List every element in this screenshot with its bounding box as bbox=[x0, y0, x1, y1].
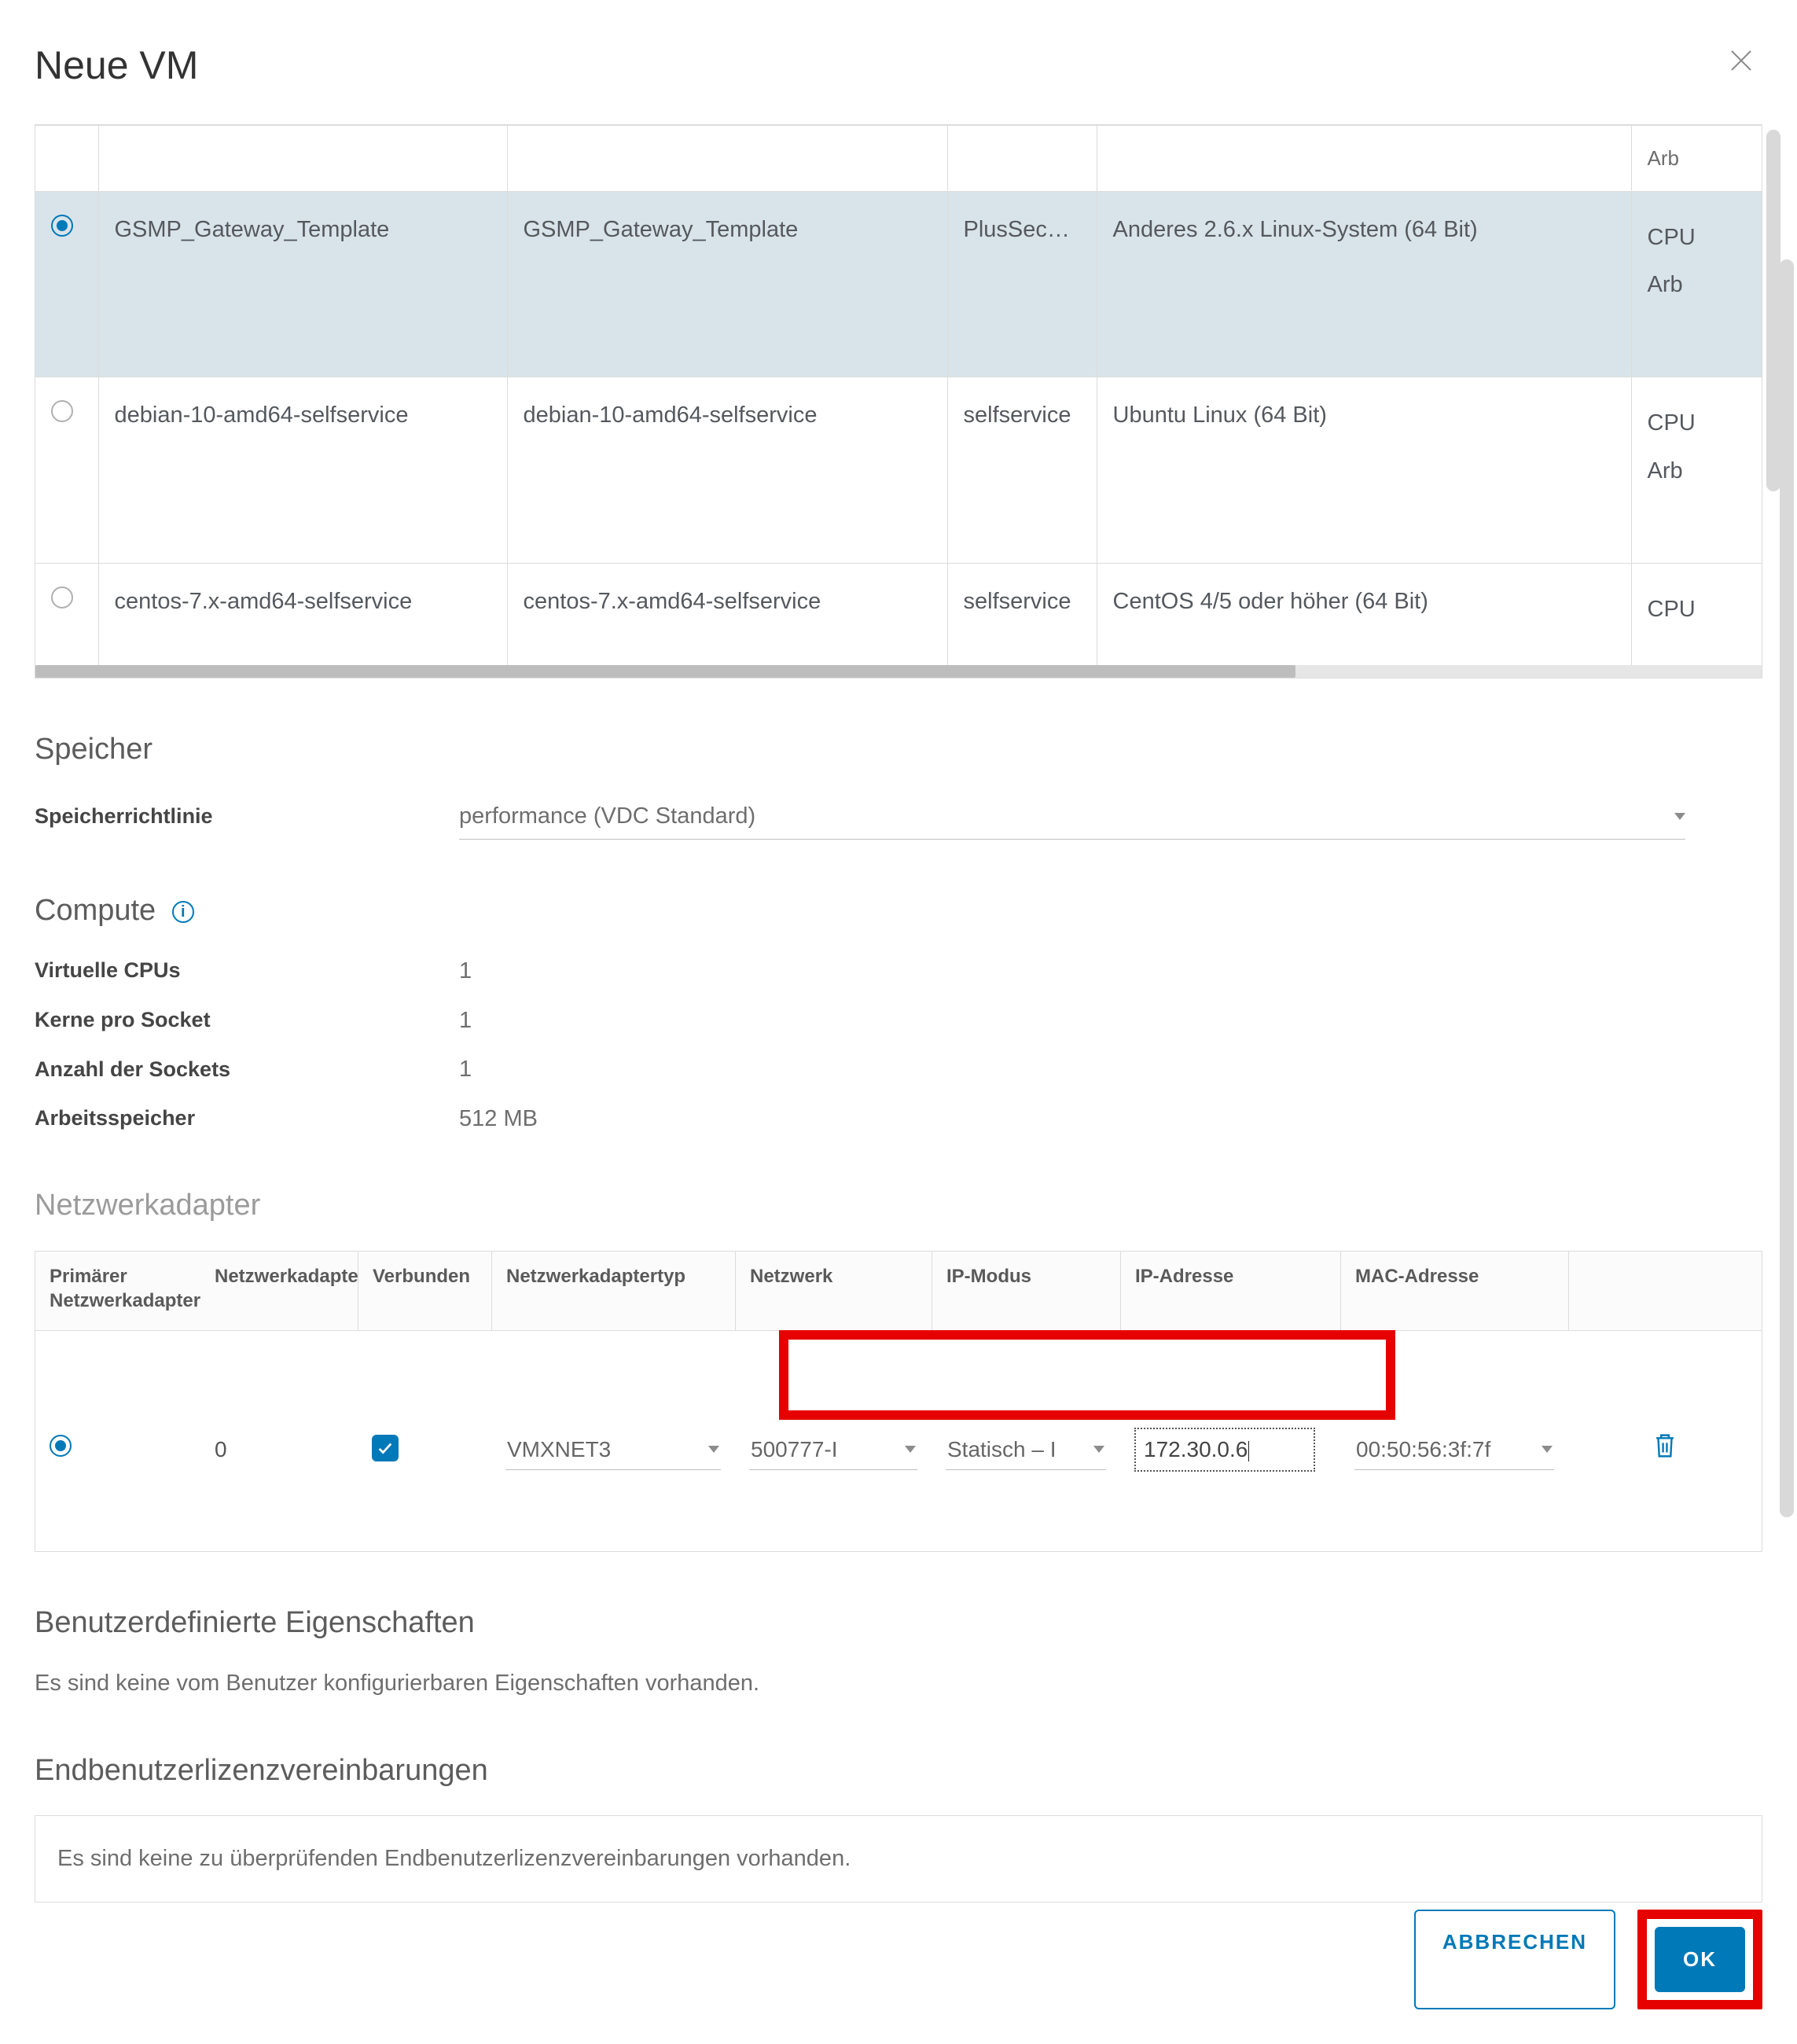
radio-selected[interactable] bbox=[51, 215, 73, 237]
vcpu-value: 1 bbox=[459, 955, 472, 987]
ok-button[interactable]: OK bbox=[1655, 1927, 1745, 1992]
nic-ipmode-select[interactable]: Statisch – I bbox=[946, 1429, 1106, 1470]
sockets-value: 1 bbox=[459, 1053, 472, 1086]
nic-mac-select[interactable]: 00:50:56:3f:7f bbox=[1354, 1429, 1554, 1470]
chevron-down-icon bbox=[1093, 1446, 1104, 1453]
nic-header-row: Primärer Netzwerkadapter Netzwerkadapter… bbox=[35, 1252, 1762, 1331]
close-icon[interactable] bbox=[1728, 47, 1755, 74]
storage-policy-label: Speicherrichtlinie bbox=[35, 802, 459, 832]
custom-text: Es sind keine vom Benutzer konfigurierba… bbox=[35, 1667, 1762, 1700]
template-table: Arb GSMP_Gateway_Template GSMP_Gateway_T… bbox=[35, 124, 1762, 678]
eula-box: Es sind keine zu überprüfenden Endbenutz… bbox=[35, 1815, 1762, 1902]
radio-unselected[interactable] bbox=[51, 586, 73, 608]
nic-index: 0 bbox=[200, 1426, 358, 1465]
cores-value: 1 bbox=[459, 1005, 472, 1037]
radio-unselected[interactable] bbox=[51, 400, 73, 422]
nic-heading: Netzwerkadapter bbox=[35, 1185, 1762, 1226]
new-vm-dialog: Neue VM Arb GSMP_Gateway_Template GSMP_G… bbox=[0, 0, 1797, 2044]
storage-heading: Speicher bbox=[35, 729, 1762, 770]
nic-row: 0 VMXNET3 500777-I Statisch – I bbox=[35, 1331, 1762, 1551]
nic-primary-radio[interactable] bbox=[50, 1435, 72, 1457]
memory-value: 512 MB bbox=[459, 1103, 538, 1135]
info-icon[interactable]: i bbox=[172, 901, 194, 923]
template-hscroll[interactable] bbox=[35, 665, 1762, 678]
chevron-down-icon bbox=[1542, 1446, 1553, 1453]
highlight-box: OK bbox=[1637, 1910, 1762, 2009]
nic-table: Primärer Netzwerkadapter Netzwerkadapter… bbox=[35, 1251, 1762, 1552]
storage-policy-select[interactable]: performance (VDC Standard) bbox=[459, 794, 1685, 840]
col-overflow: Arb bbox=[1631, 126, 1762, 192]
template-row[interactable]: GSMP_Gateway_Template GSMP_Gateway_Templ… bbox=[35, 191, 1762, 377]
dialog-title: Neue VM bbox=[35, 38, 1762, 93]
chevron-down-icon bbox=[1674, 813, 1685, 820]
nic-type-select[interactable]: VMXNET3 bbox=[505, 1429, 721, 1470]
chevron-down-icon bbox=[708, 1446, 719, 1453]
template-row[interactable]: debian-10-amd64-selfservice debian-10-am… bbox=[35, 377, 1762, 564]
chevron-down-icon bbox=[905, 1446, 916, 1453]
nic-network-select[interactable]: 500777-I bbox=[749, 1429, 917, 1470]
nic-connected-checkbox[interactable] bbox=[372, 1435, 399, 1461]
nic-ip-input[interactable]: 172.30.0.6 bbox=[1134, 1428, 1315, 1471]
custom-heading: Benutzerdefinierte Eigenschaften bbox=[35, 1602, 1762, 1644]
compute-heading: Compute i bbox=[35, 890, 1762, 932]
template-vscroll[interactable] bbox=[1766, 130, 1780, 491]
trash-icon[interactable] bbox=[1653, 1439, 1677, 1464]
template-row[interactable]: centos-7.x-amd64-selfservice centos-7.x-… bbox=[35, 564, 1762, 665]
dialog-vscroll[interactable] bbox=[1780, 259, 1794, 1517]
dialog-footer: ABBRECHEN OK bbox=[1414, 1910, 1762, 2009]
eula-heading: Endbenutzerlizenzvereinbarungen bbox=[35, 1750, 1762, 1792]
cancel-button[interactable]: ABBRECHEN bbox=[1414, 1910, 1615, 2009]
